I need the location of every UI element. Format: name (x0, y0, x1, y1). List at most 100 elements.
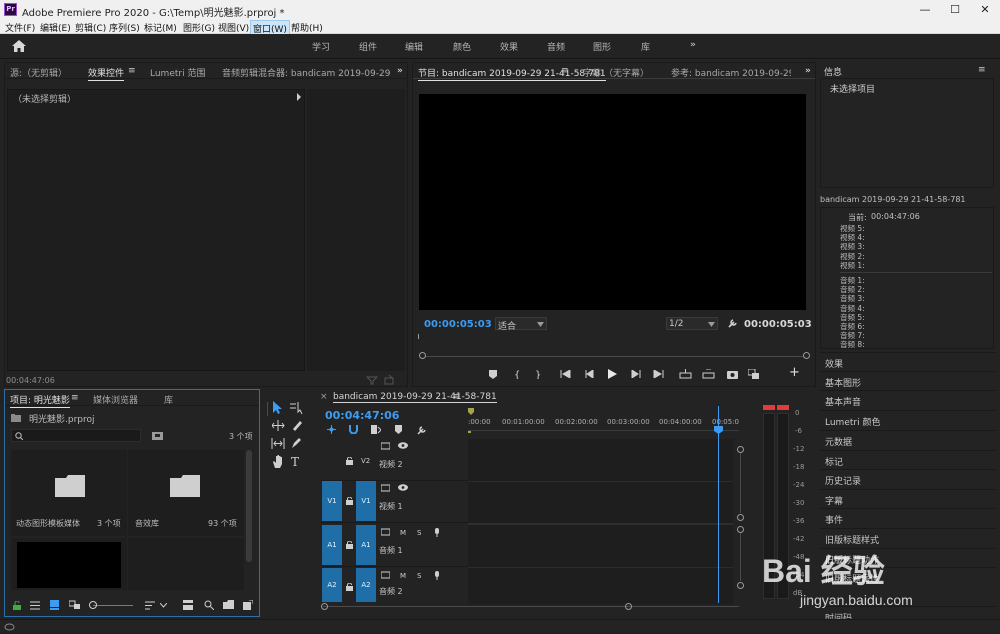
menu-marker[interactable]: 标记(M) (142, 20, 179, 35)
menu-view[interactable]: 视图(V) (216, 20, 251, 35)
export-icon[interactable] (384, 375, 395, 385)
source-patch-a2[interactable]: A2 (356, 568, 376, 602)
tab-project[interactable]: 项目: 明光魅影 (10, 393, 70, 408)
tab-reference[interactable]: 参考: bandicam 2019-09-29 21-41-5 (671, 66, 791, 79)
ripple-edit-tool-icon[interactable] (272, 420, 285, 431)
workspace-libraries[interactable]: 库 (641, 40, 650, 53)
panel-menu-icon[interactable]: ≡ (561, 66, 569, 76)
step-forward-icon[interactable] (631, 370, 641, 378)
play-icon[interactable] (608, 369, 617, 379)
audio-scroll-handle[interactable] (737, 582, 744, 589)
panel-captions[interactable]: 字幕 (820, 489, 996, 508)
lift-icon[interactable] (679, 369, 692, 379)
toggle-sync-lock-icon[interactable] (381, 571, 390, 579)
lock-icon[interactable] (346, 541, 353, 549)
scrub-start-handle[interactable] (419, 352, 426, 359)
sort-icons-icon[interactable] (145, 601, 155, 610)
mark-out-icon[interactable]: } (535, 369, 541, 379)
scrub-end-handle[interactable] (803, 352, 810, 359)
sequence-tile[interactable] (11, 538, 127, 590)
tab-source[interactable]: 源:（无剪辑） (10, 66, 67, 79)
toggle-sync-lock-icon[interactable] (381, 484, 390, 492)
comparison-view-icon[interactable] (748, 369, 760, 379)
target-track-a2[interactable]: A2 (322, 568, 342, 602)
panel-events[interactable]: 事件 (820, 508, 996, 527)
tab-program[interactable]: 节目: bandicam 2019-09-29 21-41-58-781 (418, 66, 606, 81)
tab-captions[interactable]: 字幕:（无字幕） (583, 66, 649, 79)
go-to-out-icon[interactable] (653, 370, 664, 378)
snap-icon[interactable] (349, 425, 358, 434)
workspace-graphics[interactable]: 图形 (593, 40, 611, 53)
go-to-in-icon[interactable] (560, 370, 571, 378)
tab-media-browser[interactable]: 媒体浏览器 (93, 393, 138, 406)
program-scrub-bar[interactable] (422, 356, 807, 357)
playhead-handle[interactable] (714, 426, 723, 434)
timeline-timecode[interactable]: 00:04:47:06 (325, 409, 399, 422)
freeform-view-icon[interactable] (69, 600, 80, 610)
playback-resolution-select[interactable]: 1/2 (666, 317, 718, 330)
icon-view-icon[interactable] (50, 600, 59, 610)
mute-button[interactable]: M (400, 529, 406, 537)
time-ruler[interactable]: :00:00 00:01:00:00 00:02:00:00 00:03:00:… (468, 405, 739, 435)
panel-more-button[interactable]: » (397, 66, 403, 76)
zoom-slider[interactable] (93, 605, 133, 606)
source-patch-v1[interactable]: V1 (356, 481, 376, 521)
bin-tile[interactable]: 音效库 93 个项 (128, 450, 244, 536)
zoom-slider-handle[interactable] (89, 601, 97, 609)
panel-effects[interactable]: 效果 (820, 352, 996, 371)
panel-menu-icon[interactable]: ≡ (978, 65, 986, 75)
lock-icon[interactable] (346, 457, 353, 465)
microphone-icon[interactable] (434, 528, 440, 537)
project-scrollbar[interactable] (246, 450, 252, 562)
menu-clip[interactable]: 剪辑(C) (73, 20, 108, 35)
timeline-settings-icon[interactable] (417, 425, 427, 435)
workspace-learn[interactable]: 学习 (312, 40, 330, 53)
filter-icon[interactable] (366, 376, 378, 385)
clip-indicator-left[interactable] (763, 405, 775, 410)
lock-icon[interactable] (346, 497, 353, 505)
mark-in-icon[interactable]: { (514, 369, 520, 379)
panel-essential-sound[interactable]: 基本声音 (820, 390, 996, 409)
home-icon[interactable] (12, 40, 26, 52)
find-icon[interactable] (204, 600, 214, 610)
chevron-down-icon[interactable] (160, 603, 167, 608)
menu-help[interactable]: 帮助(H) (289, 20, 325, 35)
solo-button[interactable]: S (417, 572, 421, 580)
target-track-v1[interactable]: V1 (322, 481, 342, 521)
panel-essential-graphics[interactable]: 基本图形 (820, 371, 996, 390)
slip-tool-icon[interactable] (271, 438, 285, 449)
microphone-icon[interactable] (434, 571, 440, 580)
workspace-audio[interactable]: 音频 (547, 40, 565, 53)
panel-legacy-title-styles[interactable]: 旧版标题样式 (820, 528, 996, 547)
fit-zoom-select[interactable]: 适合 (495, 317, 547, 332)
toggle-sync-lock-icon[interactable] (381, 442, 390, 450)
panel-menu-icon[interactable]: ≡ (453, 392, 461, 402)
menu-graphics[interactable]: 图形(G) (181, 20, 217, 35)
program-video-display[interactable] (419, 94, 806, 310)
selection-tool-icon[interactable] (273, 401, 283, 414)
new-item-icon[interactable] (243, 600, 253, 610)
new-search-bin-icon[interactable] (152, 430, 163, 440)
audio-scroll-track[interactable] (740, 533, 741, 581)
track-select-tool-icon[interactable] (290, 402, 304, 414)
target-track-a1[interactable]: A1 (322, 525, 342, 565)
playhead[interactable] (718, 406, 719, 603)
eye-icon[interactable] (398, 442, 408, 449)
tab-sequence[interactable]: bandicam 2019-09-29 21-41-58-781 (333, 392, 497, 403)
video-scroll-track[interactable] (740, 453, 741, 513)
h-scroll-start-handle[interactable] (321, 603, 328, 610)
program-current-time[interactable]: 00:00:05:03 (424, 319, 492, 330)
new-bin-icon[interactable] (223, 600, 234, 609)
menu-file[interactable]: 文件(F) (3, 20, 37, 35)
h-scroll-end-handle[interactable] (625, 603, 632, 610)
razor-tool-icon[interactable] (291, 419, 302, 431)
list-view-icon[interactable] (30, 601, 40, 610)
panel-menu-icon[interactable]: ≡ (71, 393, 79, 403)
audio-scroll-handle[interactable] (737, 526, 744, 533)
maximize-button[interactable]: ☐ (940, 0, 970, 19)
tab-effect-controls[interactable]: 效果控件 (88, 66, 125, 81)
track-lanes[interactable] (468, 439, 733, 604)
workspaces-more-button[interactable]: » (690, 40, 696, 50)
expand-arrow-icon[interactable] (296, 93, 302, 101)
menu-edit[interactable]: 编辑(E) (38, 20, 73, 35)
